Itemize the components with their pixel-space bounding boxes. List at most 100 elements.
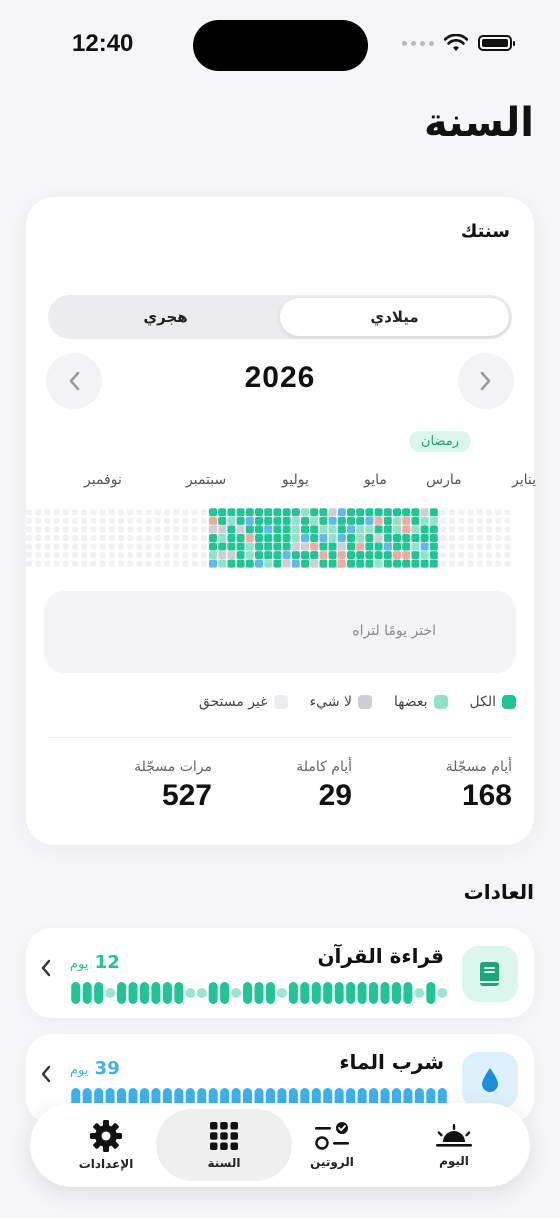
heatmap-day-cell[interactable] — [245, 508, 254, 517]
heatmap-day-cell[interactable] — [467, 517, 474, 524]
heatmap-day-cell[interactable] — [301, 516, 309, 525]
heatmap-day-cell[interactable] — [35, 509, 42, 516]
heatmap-day-cell[interactable] — [209, 516, 217, 525]
heatmap-day-cell[interactable] — [337, 516, 346, 525]
heatmap-day-cell[interactable] — [81, 543, 88, 550]
heatmap-day-cell[interactable] — [458, 526, 465, 533]
heatmap-day-cell[interactable] — [44, 526, 51, 533]
heatmap-day-cell[interactable] — [273, 551, 282, 560]
heatmap-day-cell[interactable] — [200, 534, 207, 541]
heatmap-day-cell[interactable] — [209, 542, 217, 551]
heatmap-day-cell[interactable] — [458, 534, 465, 541]
heatmap-day-cell[interactable] — [236, 516, 245, 525]
heatmap-day-cell[interactable] — [420, 508, 429, 517]
heatmap-day-cell[interactable] — [90, 517, 97, 524]
heatmap-day-cell[interactable] — [35, 534, 42, 541]
heatmap-day-cell[interactable] — [476, 560, 483, 567]
heatmap-day-cell[interactable] — [53, 560, 60, 567]
heatmap-day-cell[interactable] — [209, 551, 217, 560]
heatmap-day-cell[interactable] — [449, 509, 456, 516]
tab-settings[interactable]: الإعدادات — [38, 1109, 174, 1181]
heatmap-day-cell[interactable] — [402, 551, 411, 560]
heatmap-day-cell[interactable] — [458, 560, 465, 567]
heatmap-day-cell[interactable] — [310, 525, 319, 534]
heatmap-day-cell[interactable] — [449, 543, 456, 550]
heatmap-day-cell[interactable] — [81, 552, 88, 559]
heatmap-day-cell[interactable] — [402, 508, 411, 517]
heatmap-day-cell[interactable] — [383, 551, 392, 560]
heatmap-day-cell[interactable] — [182, 509, 189, 516]
heatmap-day-cell[interactable] — [218, 516, 227, 525]
heatmap-day-cell[interactable] — [99, 517, 106, 524]
heatmap-day-cell[interactable] — [227, 551, 236, 560]
heatmap-day-cell[interactable] — [328, 516, 337, 525]
heatmap-day-cell[interactable] — [182, 552, 189, 559]
heatmap-day-cell[interactable] — [504, 543, 511, 550]
heatmap-day-cell[interactable] — [486, 526, 492, 533]
heatmap-day-cell[interactable] — [26, 517, 32, 524]
heatmap-day-cell[interactable] — [118, 534, 124, 541]
heatmap-day-cell[interactable] — [44, 552, 51, 559]
heatmap-day-cell[interactable] — [136, 543, 143, 550]
heatmap-day-cell[interactable] — [200, 509, 207, 516]
heatmap-day-cell[interactable] — [440, 517, 446, 524]
heatmap-day-cell[interactable] — [81, 560, 88, 567]
heatmap-day-cell[interactable] — [356, 559, 365, 568]
heatmap-day-cell[interactable] — [319, 508, 328, 517]
segment-gregorian[interactable]: ميلادي — [280, 298, 509, 336]
heatmap-day-cell[interactable] — [118, 517, 124, 524]
heatmap-day-cell[interactable] — [136, 560, 143, 567]
heatmap-day-cell[interactable] — [393, 533, 401, 542]
heatmap-day-cell[interactable] — [429, 533, 438, 542]
heatmap-day-cell[interactable] — [72, 517, 78, 524]
heatmap-day-cell[interactable] — [264, 508, 273, 517]
heatmap-day-cell[interactable] — [411, 533, 420, 542]
heatmap-day-cell[interactable] — [136, 517, 143, 524]
heatmap-day-cell[interactable] — [173, 543, 180, 550]
heatmap-day-cell[interactable] — [328, 525, 337, 534]
heatmap-day-cell[interactable] — [191, 560, 198, 567]
heatmap-day-cell[interactable] — [218, 525, 227, 534]
heatmap-day-cell[interactable] — [44, 517, 51, 524]
heatmap-day-cell[interactable] — [337, 559, 346, 568]
heatmap-day-cell[interactable] — [282, 559, 291, 568]
heatmap-day-cell[interactable] — [236, 508, 245, 517]
heatmap-day-cell[interactable] — [255, 551, 263, 560]
heatmap-day-cell[interactable] — [173, 560, 180, 567]
heatmap-day-cell[interactable] — [227, 516, 236, 525]
heatmap-day-cell[interactable] — [449, 517, 456, 524]
heatmap-day-cell[interactable] — [53, 534, 60, 541]
heatmap-day-cell[interactable] — [200, 517, 207, 524]
heatmap-day-cell[interactable] — [118, 560, 124, 567]
heatmap-day-cell[interactable] — [164, 560, 170, 567]
heatmap-day-cell[interactable] — [476, 552, 483, 559]
heatmap-day-cell[interactable] — [35, 552, 42, 559]
heatmap-day-cell[interactable] — [291, 533, 300, 542]
heatmap-day-cell[interactable] — [53, 509, 60, 516]
heatmap-day-cell[interactable] — [173, 526, 180, 533]
heatmap-day-cell[interactable] — [383, 559, 392, 568]
heatmap-day-cell[interactable] — [440, 560, 446, 567]
heatmap-day-cell[interactable] — [90, 560, 97, 567]
heatmap-day-cell[interactable] — [118, 509, 124, 516]
heatmap-day-cell[interactable] — [182, 543, 189, 550]
heatmap-day-cell[interactable] — [337, 542, 346, 551]
heatmap-day-cell[interactable] — [365, 525, 374, 534]
heatmap-day-cell[interactable] — [164, 552, 170, 559]
heatmap-day-cell[interactable] — [227, 533, 236, 542]
heatmap-day-cell[interactable] — [337, 525, 346, 534]
heatmap-day-cell[interactable] — [72, 534, 78, 541]
heatmap-day-cell[interactable] — [44, 543, 51, 550]
heatmap-day-cell[interactable] — [200, 543, 207, 550]
heatmap-day-cell[interactable] — [310, 516, 319, 525]
heatmap-day-cell[interactable] — [486, 560, 492, 567]
heatmap-day-cell[interactable] — [99, 560, 106, 567]
heatmap-day-cell[interactable] — [383, 508, 392, 517]
heatmap-day-cell[interactable] — [420, 542, 429, 551]
habit-card-quran[interactable]: قراءة القرآن 12 يوم — [26, 928, 534, 1018]
heatmap-day-cell[interactable] — [227, 559, 236, 568]
heatmap-day-cell[interactable] — [62, 534, 69, 541]
heatmap-day-cell[interactable] — [402, 533, 411, 542]
heatmap-day-cell[interactable] — [62, 560, 69, 567]
heatmap-day-cell[interactable] — [291, 508, 300, 517]
